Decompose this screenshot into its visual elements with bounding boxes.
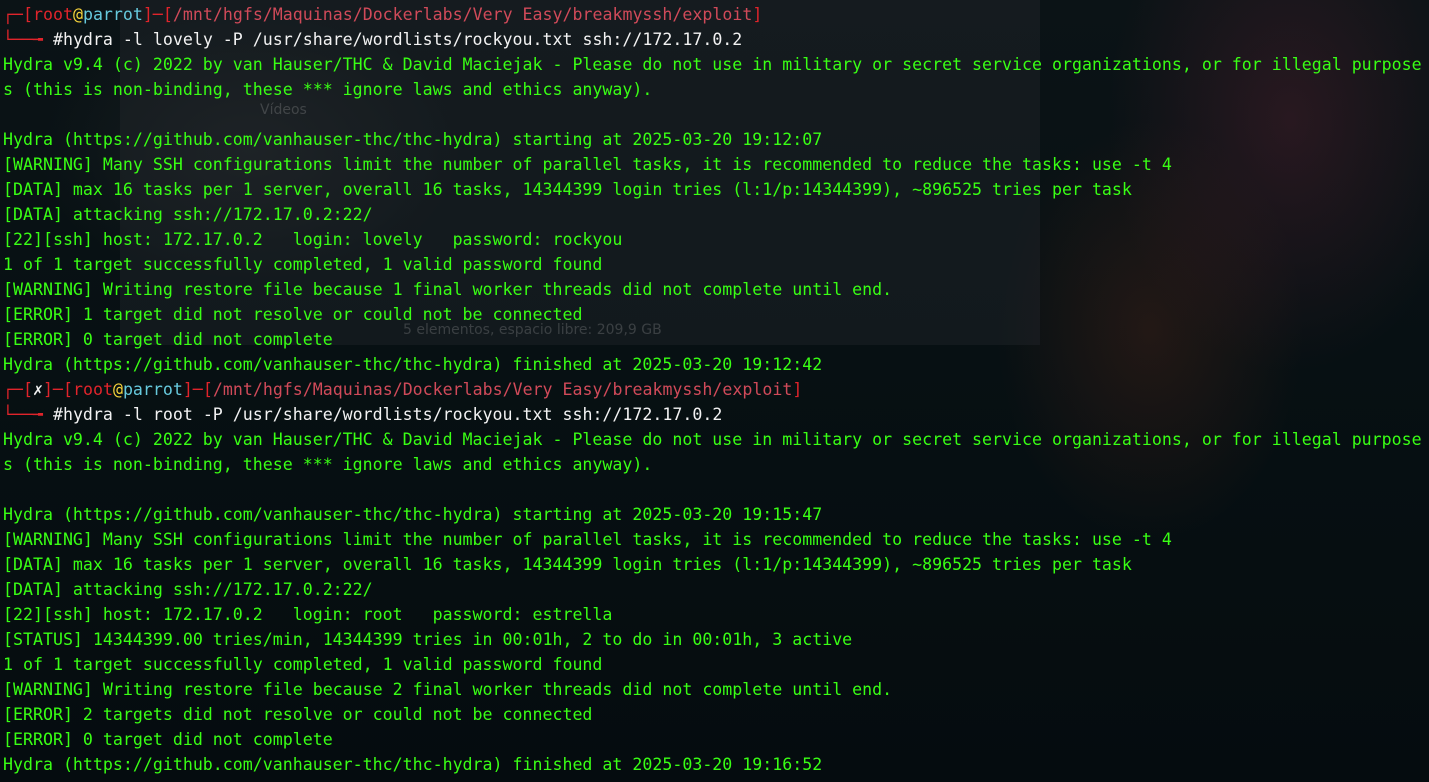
output-line: [ERROR] 1 target did not resolve or coul… bbox=[3, 305, 583, 324]
output-line: [DATA] attacking ssh://172.17.0.2:22/ bbox=[3, 205, 373, 224]
output-line: Hydra v9.4 (c) 2022 by van Hauser/THC & … bbox=[3, 55, 1422, 74]
output-line: [ERROR] 0 target did not complete bbox=[3, 730, 333, 749]
terminal-window[interactable]: Vídeos 5 elementos, espacio libre: 209,9… bbox=[0, 0, 1429, 782]
terminal-output[interactable]: ┌─[root@parrot]─[/mnt/hgfs/Maquinas/Dock… bbox=[3, 2, 1429, 777]
output-line: [ERROR] 0 target did not complete bbox=[3, 330, 333, 349]
output-line: [WARNING] Writing restore file because 1… bbox=[3, 280, 893, 299]
output-line: [WARNING] Writing restore file because 2… bbox=[3, 680, 893, 699]
prompt-host: parrot bbox=[82, 5, 143, 24]
output-line: Hydra (https://github.com/vanhauser-thc/… bbox=[3, 755, 823, 774]
output-line: s (this is non-binding, these *** ignore… bbox=[3, 80, 653, 99]
prompt-host: parrot bbox=[122, 380, 183, 399]
prompt-at: @ bbox=[72, 5, 83, 24]
command-text: hydra -l lovely -P /usr/share/wordlists/… bbox=[62, 30, 743, 49]
output-line: s (this is non-binding, these *** ignore… bbox=[3, 455, 653, 474]
session2-output: Hydra v9.4 (c) 2022 by van Hauser/THC & … bbox=[3, 427, 1429, 777]
output-line: 1 of 1 target successfully completed, 1 … bbox=[3, 655, 603, 674]
output-line: [22][ssh] host: 172.17.0.2 login: root p… bbox=[3, 605, 613, 624]
prompt-hash: # bbox=[52, 405, 63, 424]
command-text: hydra -l root -P /usr/share/wordlists/ro… bbox=[62, 405, 723, 424]
prompt-path: /mnt/hgfs/Maquinas/Dockerlabs/Very Easy/… bbox=[172, 5, 753, 24]
prompt-user: root bbox=[72, 380, 113, 399]
output-line: [WARNING] Many SSH configurations limit … bbox=[3, 530, 1172, 549]
output-line: [DATA] max 16 tasks per 1 server, overal… bbox=[3, 555, 1132, 574]
prompt-user: root bbox=[32, 5, 73, 24]
output-line: [22][ssh] host: 172.17.0.2 login: lovely… bbox=[3, 230, 623, 249]
output-line: 1 of 1 target successfully completed, 1 … bbox=[3, 255, 603, 274]
command-line-1: └──╼ #hydra -l lovely -P /usr/share/word… bbox=[3, 30, 743, 49]
output-line: [DATA] max 16 tasks per 1 server, overal… bbox=[3, 180, 1132, 199]
output-line: [DATA] attacking ssh://172.17.0.2:22/ bbox=[3, 580, 373, 599]
command-line-2: └──╼ #hydra -l root -P /usr/share/wordli… bbox=[3, 405, 723, 424]
prompt-at: @ bbox=[112, 380, 123, 399]
prompt-hash: # bbox=[52, 30, 63, 49]
prompt-line-1: ┌─[root@parrot]─[/mnt/hgfs/Maquinas/Dock… bbox=[3, 5, 763, 24]
prompt-status: ✗ bbox=[32, 380, 43, 399]
prompt-line-2: ┌─[✗]─[root@parrot]─[/mnt/hgfs/Maquinas/… bbox=[3, 380, 803, 399]
output-line: Hydra v9.4 (c) 2022 by van Hauser/THC & … bbox=[3, 430, 1422, 449]
prompt-path: /mnt/hgfs/Maquinas/Dockerlabs/Very Easy/… bbox=[212, 380, 793, 399]
session1-output: Hydra v9.4 (c) 2022 by van Hauser/THC & … bbox=[3, 52, 1429, 377]
output-line: [STATUS] 14344399.00 tries/min, 14344399… bbox=[3, 630, 853, 649]
output-line: [WARNING] Many SSH configurations limit … bbox=[3, 155, 1172, 174]
output-line: Hydra (https://github.com/vanhauser-thc/… bbox=[3, 355, 823, 374]
output-line: Hydra (https://github.com/vanhauser-thc/… bbox=[3, 130, 823, 149]
output-line: Hydra (https://github.com/vanhauser-thc/… bbox=[3, 505, 823, 524]
output-line: [ERROR] 2 targets did not resolve or cou… bbox=[3, 705, 593, 724]
